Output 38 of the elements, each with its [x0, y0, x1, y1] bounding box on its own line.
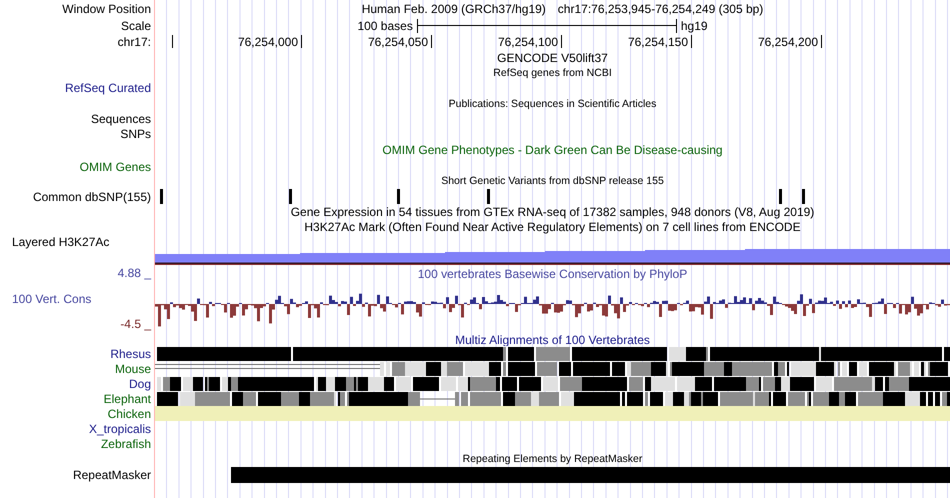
track-title: H3K27Ac Mark (Often Found Near Active Regulatory Elements) on 7 cell lines from ENCODE — [304, 220, 801, 232]
track-label[interactable]: 100 Vert. Cons — [0, 293, 92, 305]
scale-text: 100 bases — [357, 20, 413, 32]
axis-max-label: 4.88 _ — [118, 267, 151, 279]
track-label[interactable]: RefSeq Curated — [64, 82, 151, 94]
track-label[interactable]: OMIM Genes — [80, 160, 151, 172]
ruler-label: 76,254,150 — [628, 36, 688, 48]
position-text: chr17:76,253,945-76,254,249 (305 bp) — [558, 2, 764, 14]
species-label[interactable]: Elephant — [104, 392, 151, 404]
track-title: 100 vertebrates Basewise Conservation by PhyloP — [418, 268, 688, 280]
track-title: Gene Expression in 54 tissues from GTEx RNA-seq of 17382 samples, 948 donors (V8, Aug 2019) — [290, 206, 814, 218]
row-label: Window Position — [62, 2, 151, 14]
row-label: chr17: — [118, 36, 151, 48]
species-label[interactable]: Rhesus — [110, 348, 151, 360]
species-label[interactable]: X_tropicalis — [88, 422, 151, 434]
axis-min-label: -4.5 _ — [120, 318, 151, 330]
track-label[interactable]: SNPs — [120, 128, 151, 140]
track-label[interactable]: Common dbSNP(155) — [32, 190, 151, 202]
assembly-text: Human Feb. 2009 (GRCh37/hg19) — [362, 2, 546, 14]
track-label[interactable]: RepeatMasker — [72, 469, 151, 481]
species-label[interactable]: Chicken — [108, 408, 151, 420]
ruler-label: 76,254,050 — [368, 36, 428, 48]
ruler-label: 76,254,000 — [238, 36, 298, 48]
track-title: RefSeq genes from NCBI — [493, 68, 612, 78]
row-label: Scale — [120, 20, 151, 32]
ruler-label: 76,254,200 — [758, 36, 818, 48]
scale-db-text: hg19 — [680, 20, 708, 32]
track-title: GENCODE V50lift37 — [497, 52, 608, 64]
track-title: OMIM Gene Phenotypes - Dark Green Can Be Disease-causing — [382, 144, 723, 156]
species-label[interactable]: Zebrafish — [100, 438, 151, 450]
track-title: Repeating Elements by RepeatMasker — [462, 454, 642, 464]
species-label[interactable]: Dog — [128, 378, 151, 390]
track-title: Publications: Sequences in Scientific Articles — [448, 98, 656, 110]
species-label[interactable]: Mouse — [114, 362, 151, 374]
ruler-label: 76,254,100 — [498, 36, 558, 48]
track-label[interactable]: Sequences — [90, 113, 151, 125]
track-title: Short Genetic Variants from dbSNP release 155 — [441, 176, 664, 187]
track-label[interactable]: Layered H3K27Ac — [12, 236, 110, 248]
